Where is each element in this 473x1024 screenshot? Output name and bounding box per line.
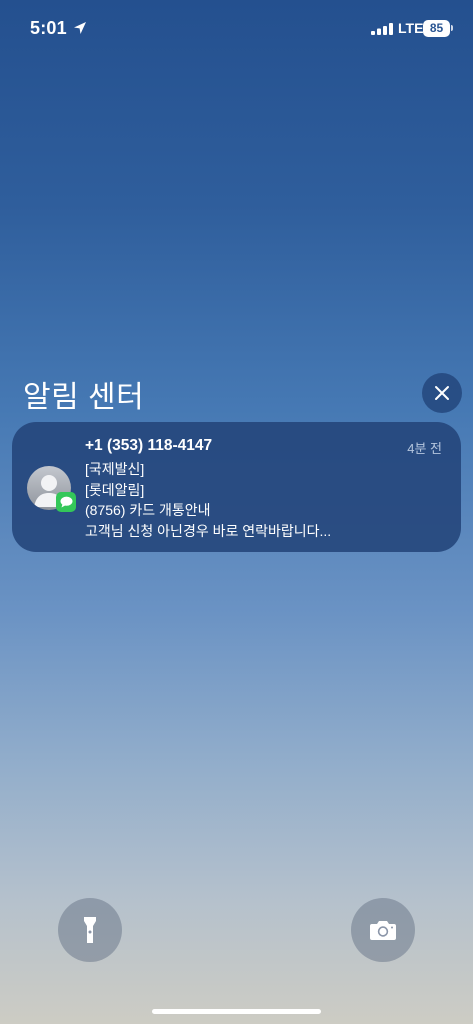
- signal-icon: [371, 23, 393, 35]
- flashlight-icon: [84, 917, 96, 943]
- camera-button[interactable]: [351, 898, 415, 962]
- notification-center-title: 알림 센터: [23, 381, 145, 414]
- flashlight-button[interactable]: [58, 898, 122, 962]
- battery-indicator: 85: [423, 20, 450, 37]
- messages-icon: [60, 496, 72, 508]
- notification-line: 고객님 신청 아닌경우 바로 연락바랍니다...: [85, 522, 332, 539]
- close-icon: [435, 386, 449, 400]
- notification-body: [국제발신] [롯데알림] (8756) 카드 개통안내 고객님 신청 아닌경우…: [85, 459, 331, 541]
- home-indicator[interactable]: [152, 1009, 321, 1014]
- clear-notifications-button[interactable]: [422, 373, 462, 413]
- notification-card[interactable]: +1 (353) 118-4147 4분 전 [국제발신] [롯데알림] (87…: [12, 422, 461, 552]
- status-bar: 5:01 LTE 85: [0, 0, 473, 56]
- notification-line: (8756) 카드 개통안내: [85, 502, 211, 518]
- network-type: LTE: [398, 20, 424, 36]
- battery-cap: [451, 25, 453, 31]
- notification-line: [롯데알림]: [85, 481, 145, 498]
- location-arrow-icon: [74, 22, 86, 34]
- status-time: 5:01: [30, 18, 67, 38]
- notification-sender: +1 (353) 118-4147: [85, 437, 213, 454]
- camera-icon: [370, 921, 396, 940]
- notification-time: 4분 전: [407, 441, 442, 456]
- messages-app-badge: [56, 492, 76, 512]
- notification-line: [국제발신]: [85, 461, 145, 477]
